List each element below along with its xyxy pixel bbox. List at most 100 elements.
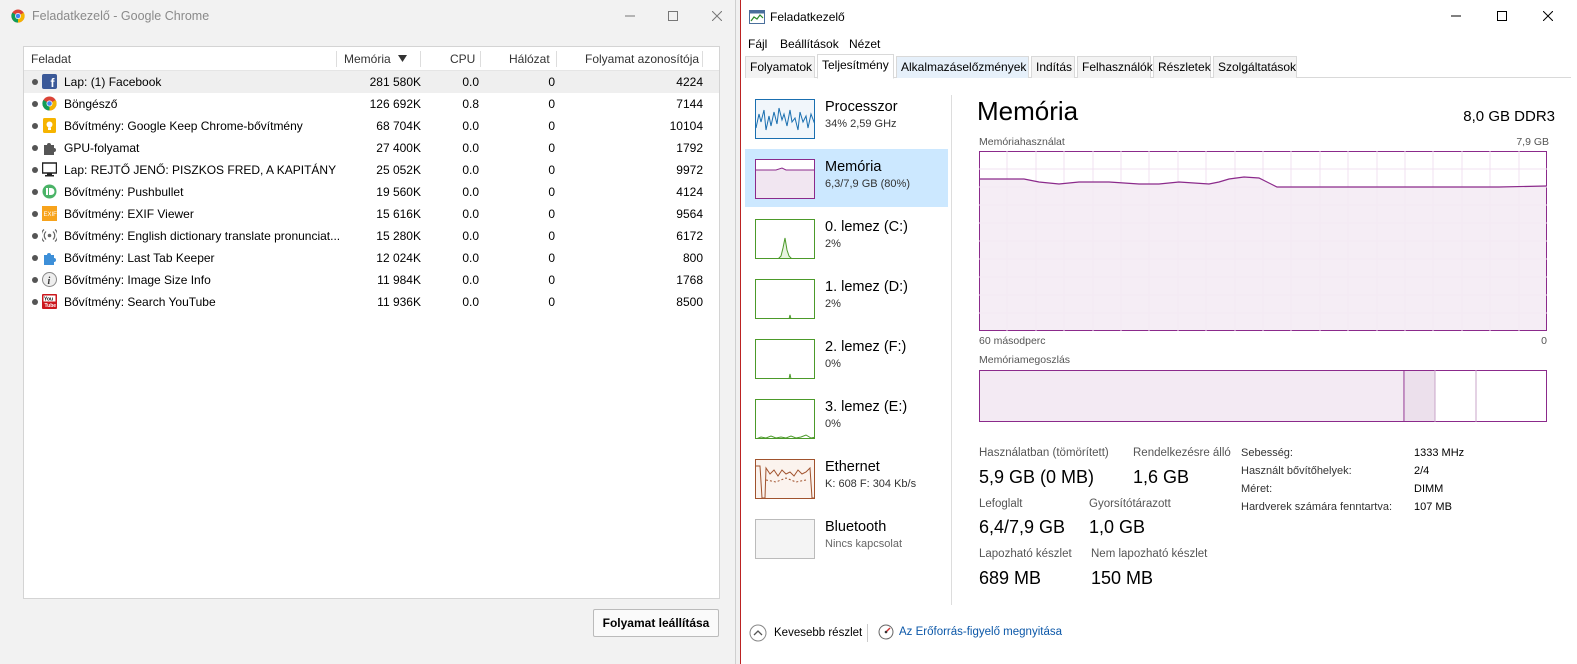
maximize-button[interactable] [650,0,696,32]
tm-minimize-button[interactable] [1433,0,1479,32]
svg-text:EXIF: EXIF [44,212,58,218]
table-row[interactable]: Bővítmény: Last Tab Keeper 12 024K 0.0 0 800 [24,247,719,269]
bullet-icon [32,123,38,129]
page-title: Memória [977,96,1079,126]
disk-e-thumbnail [755,399,815,439]
tab-users[interactable]: Felhasználók [1077,56,1153,78]
task-name: GPU-folyamat [64,141,140,155]
fewer-details-button[interactable]: Kevesebb részlet [749,624,862,642]
column-memory[interactable]: Memória [344,52,391,66]
tab-startup[interactable]: Indítás [1031,56,1075,78]
sidebar-item-disk-d[interactable]: 1. lemez (D:) 2% [745,269,948,327]
sort-desc-icon [398,55,407,62]
task-name: Bővítmény: Search YouTube [64,295,216,309]
table-row[interactable]: f Lap: (1) Facebook 281 580K 0.0 0 4224 [24,71,719,93]
pid-cell: 7144 [676,97,703,111]
chevron-up-circle-icon [749,624,767,642]
cpu-cell: 0.0 [462,75,479,89]
table-row[interactable]: Bővítmény: Pushbullet 19 560K 0.0 0 4124 [24,181,719,203]
sidebar-item-value: 2% [825,238,841,250]
puzzle-icon [44,143,56,155]
audio-icon [42,229,57,242]
task-name: Böngésző [64,97,118,111]
memory-cell: 281 580K [369,75,421,89]
form-factor-value: DIMM [1414,483,1444,495]
memory-thumbnail [755,159,815,199]
sidebar-item-cpu[interactable]: Processzor 34% 2,59 GHz [745,89,948,147]
pid-cell: 6172 [676,229,703,243]
sidebar-item-ethernet[interactable]: Ethernet K: 608 F: 304 Kb/s [745,449,948,507]
tm-window-title: Feladatkezelő [770,10,845,24]
menu-options[interactable]: Beállítások [780,37,839,51]
network-cell: 0 [548,141,555,155]
slots-label: Használt bővítőhelyek: [1241,465,1352,477]
pid-cell: 1792 [676,141,703,155]
nonpaged-pool-value: 150 MB [1091,568,1154,588]
cpu-cell: 0.0 [462,163,479,177]
sidebar-item-disk-c[interactable]: 0. lemez (C:) 2% [745,209,948,267]
chrome-task-manager-window: Feladatkezelő - Google Chrome Feladat Me… [0,0,736,664]
bullet-icon [32,277,38,283]
process-table: Feladat Memória CPU Hálózat Folyamat azo… [23,46,720,599]
open-resource-monitor-link[interactable]: Az Erőforrás-figyelő megnyitása [878,624,1062,640]
minimize-button[interactable] [607,0,653,32]
tab-performance[interactable]: Teljesítmény [817,54,894,79]
column-task[interactable]: Feladat [31,52,71,66]
pid-cell: 9564 [676,207,703,221]
bluetooth-thumbnail [755,519,815,559]
table-row[interactable]: Lap: REJTŐ JENŐ: PISZKOS FRED, A KAPITÁN… [24,159,719,181]
disk-c-thumbnail [755,219,815,259]
table-row[interactable]: Bővítmény: Google Keep Chrome-bővítmény 6… [24,115,719,137]
tab-services[interactable]: Szolgáltatások [1213,56,1297,78]
tm-maximize-button[interactable] [1479,0,1525,32]
memory-detail-pane: Memória 8,0 GB DDR3 Memóriahasználat 7,9… [977,78,1567,603]
sidebar-item-bluetooth[interactable]: Bluetooth Nincs kapcsolat [745,509,948,567]
table-row[interactable]: i Bővítmény: Image Size Info 11 984K 0.0 0 17… [24,269,719,291]
table-row[interactable]: Böngésző 126 692K 0.8 0 7144 [24,93,719,115]
puzzle-blue-icon [44,253,56,265]
memory-cell: 15 616K [376,207,421,221]
network-cell: 0 [548,97,555,111]
tm-titlebar: Feladatkezelő [741,0,1577,34]
table-row[interactable]: Bővítmény: English dictionary translate … [24,225,719,247]
table-row[interactable]: GPU-folyamat 27 400K 0.0 0 1792 [24,137,719,159]
menu-file[interactable]: Fájl [748,37,767,51]
sidebar-item-disk-f[interactable]: 2. lemez (F:) 0% [745,329,948,387]
bullet-icon [32,145,38,151]
chrome-icon [42,96,57,111]
cpu-cell: 0.8 [462,97,479,111]
in-use-label: Használatban (tömörített) [979,447,1109,459]
column-cpu[interactable]: CPU [450,52,475,66]
window-title: Feladatkezelő - Google Chrome [32,9,210,23]
memory-cell: 12 024K [376,251,421,265]
time-axis-right: 0 [1541,335,1547,347]
pid-cell: 9972 [676,163,703,177]
svg-text:Tube: Tube [45,303,57,309]
memory-cell: 27 400K [376,141,421,155]
memory-usage-graph [979,151,1547,331]
menu-view[interactable]: Nézet [849,37,880,51]
cpu-cell: 0.0 [462,119,479,133]
tm-close-button[interactable] [1525,0,1571,32]
sidebar-item-memory[interactable]: Memória 6,3/7,9 GB (80%) [745,149,948,207]
minimize-icon [1451,15,1461,17]
close-button[interactable] [694,0,740,32]
performance-sidebar: Processzor 34% 2,59 GHz Memória 6,3/7,9 … [741,78,951,603]
cpu-cell: 0.0 [462,207,479,221]
sidebar-item-disk-e[interactable]: 3. lemez (E:) 0% [745,389,948,447]
composition-label: Memóriamegoszlás [979,354,1071,366]
task-name: Bővítmény: Last Tab Keeper [64,251,215,265]
task-name: Bővítmény: EXIF Viewer [64,207,194,221]
tab-processes[interactable]: Folyamatok [745,56,815,78]
column-pid[interactable]: Folyamat azonosítója [585,52,699,66]
end-process-button[interactable]: Folyamat leállítása [593,609,719,637]
cached-value: 1,0 GB [1089,517,1146,537]
table-row[interactable]: You Tube Bővítmény: Search YouTube 11 936K 0… [24,291,719,313]
memory-cell: 126 692K [369,97,421,111]
tab-app-history[interactable]: Alkalmazáselőzmények [896,56,1029,78]
close-icon [712,11,722,21]
table-row[interactable]: EXIF Bővítmény: EXIF Viewer 15 616K 0.0 0 956… [24,203,719,225]
tab-details[interactable]: Részletek [1153,56,1211,78]
column-network[interactable]: Hálózat [509,52,550,66]
usage-chart-label: Memóriahasználat [979,136,1065,148]
